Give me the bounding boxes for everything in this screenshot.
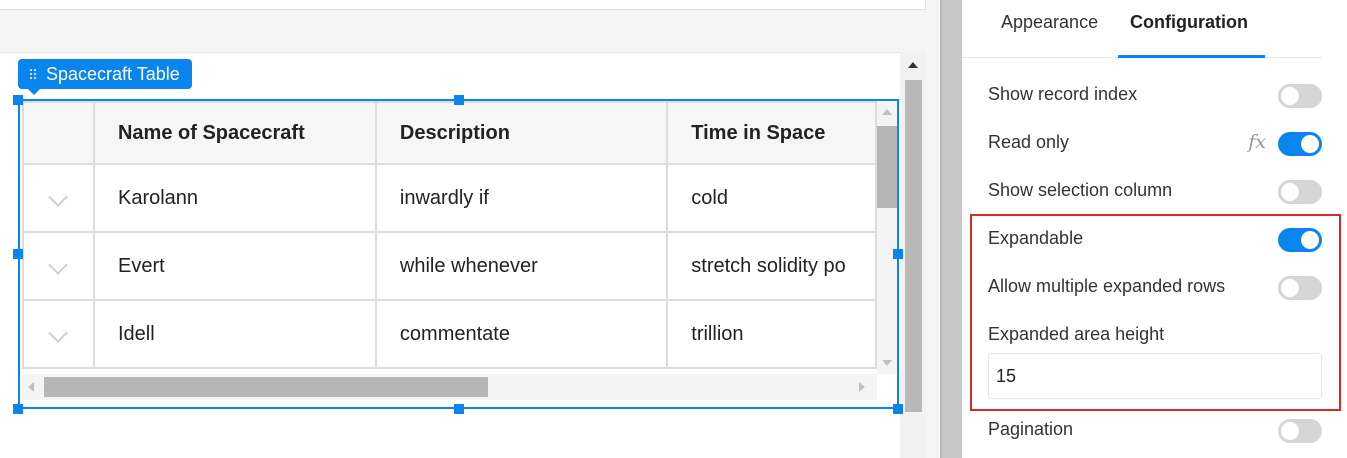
tab-appearance[interactable]: Appearance xyxy=(1001,12,1098,33)
active-tab-indicator xyxy=(1118,55,1265,58)
previous-widget-edge xyxy=(0,0,926,10)
setting-label: Read only xyxy=(988,132,1070,152)
setting-read-only: Read only fx xyxy=(988,128,1322,158)
widget-name-label: Spacecraft Table xyxy=(46,64,180,84)
resize-handle-bottom-right[interactable] xyxy=(893,404,903,414)
resize-handle-bottom-left[interactable] xyxy=(13,404,23,414)
setting-show-record-index: Show record index xyxy=(988,80,1322,110)
show-record-index-toggle[interactable] xyxy=(1278,84,1322,108)
setting-label: Show record index xyxy=(988,84,1138,104)
editor-canvas: Spacecraft Table Name of Spacecraft Desc… xyxy=(0,0,940,458)
resize-handle-top[interactable] xyxy=(454,95,464,105)
toggle-knob xyxy=(1301,135,1319,153)
panel-splitter[interactable] xyxy=(940,0,962,458)
resize-handle-top-left[interactable] xyxy=(13,95,23,105)
scroll-up-arrow-icon[interactable] xyxy=(908,62,918,68)
selection-frame xyxy=(18,99,899,409)
canvas-vertical-scrollbar[interactable] xyxy=(900,52,926,458)
drag-handle-icon[interactable] xyxy=(29,68,37,80)
tab-configuration[interactable]: Configuration xyxy=(1130,12,1248,33)
setting-label: Pagination xyxy=(988,419,1074,439)
resize-handle-left[interactable] xyxy=(13,249,23,259)
toggle-knob xyxy=(1281,183,1299,201)
setting-label: Show selection column xyxy=(988,180,1173,200)
resize-handle-right[interactable] xyxy=(893,249,903,259)
read-only-toggle[interactable] xyxy=(1278,132,1322,156)
show-selection-column-toggle[interactable] xyxy=(1278,180,1322,204)
toggle-knob xyxy=(1281,87,1299,105)
setting-show-selection-column: Show selection column xyxy=(988,176,1322,206)
formula-fx-icon[interactable]: fx xyxy=(1248,131,1266,153)
resize-handle-bottom[interactable] xyxy=(454,404,464,414)
canvas-scroll-thumb[interactable] xyxy=(905,80,922,412)
widget-name-tag[interactable]: Spacecraft Table xyxy=(18,59,192,95)
panel-tabs: Appearance Configuration xyxy=(962,0,1322,58)
pagination-toggle[interactable] xyxy=(1278,419,1322,443)
toggle-knob xyxy=(1281,422,1299,440)
highlight-annotation-box xyxy=(970,214,1341,411)
setting-pagination: Pagination xyxy=(988,415,1322,445)
